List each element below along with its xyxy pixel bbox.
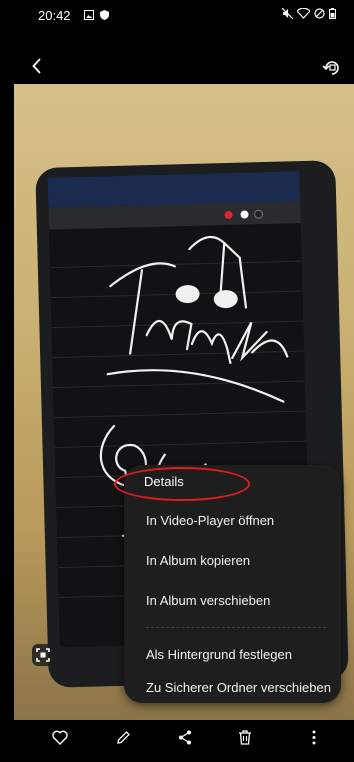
status-time: 20:42 — [38, 8, 71, 23]
share-icon[interactable] — [178, 730, 192, 745]
menu-item-copy-to-album[interactable]: In Album kopieren — [124, 541, 341, 581]
wifi-icon — [296, 7, 311, 19]
status-bar: 20:42 — [0, 0, 354, 34]
rotate-icon[interactable] — [322, 58, 342, 78]
shield-notification-icon — [100, 10, 109, 20]
more-icon[interactable] — [312, 730, 316, 745]
menu-item-open-in-video-player[interactable]: In Video-Player öffnen — [124, 501, 341, 541]
mute-icon — [281, 7, 294, 20]
context-menu: In Video-Player öffnen In Album kopieren… — [124, 465, 341, 703]
highlight-annotation — [114, 467, 250, 501]
gallery-notification-icon — [84, 10, 94, 20]
scan-icon[interactable] — [32, 644, 54, 666]
battery-icon — [329, 8, 336, 19]
status-icons — [281, 7, 336, 22]
menu-item-move-to-album[interactable]: In Album verschieben — [124, 581, 341, 621]
heart-icon[interactable] — [52, 730, 68, 745]
delete-icon[interactable] — [238, 730, 252, 745]
menu-item-set-as-wallpaper[interactable]: Als Hintergrund festlegen — [124, 635, 341, 675]
menu-separator — [146, 627, 326, 628]
edit-icon[interactable] — [116, 730, 131, 745]
dnd-icon — [314, 8, 325, 19]
bottom-toolbar — [0, 720, 354, 762]
top-bar — [0, 34, 354, 84]
menu-item-move-to-secure-folder[interactable]: Zu Sicherer Ordner verschieben — [124, 670, 341, 706]
chevron-left-icon[interactable] — [32, 58, 42, 74]
